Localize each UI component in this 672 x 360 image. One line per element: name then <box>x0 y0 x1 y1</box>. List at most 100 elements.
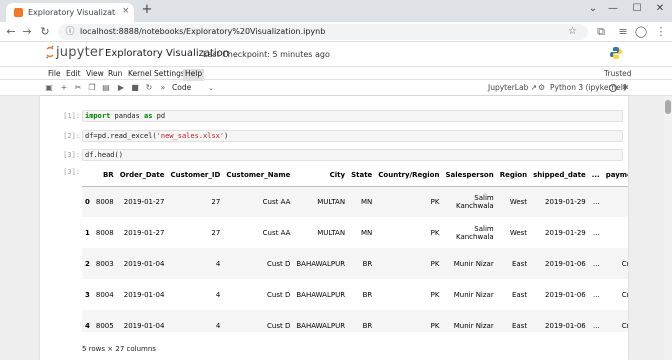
copy-icon[interactable]: ❐ <box>87 83 97 93</box>
table-cell: ... <box>593 228 600 237</box>
browser-tab[interactable]: Exploratory Visualization × <box>6 3 134 22</box>
cell-prompt: [2]: <box>63 132 80 140</box>
output-prompt: [3]: <box>63 168 80 176</box>
table-row: 4 8005 2019-01-04 4 Cust D BAHAWALPUR BR PK Muni… <box>82 310 628 332</box>
bookmark-star-icon[interactable]: ☆ <box>568 25 577 38</box>
table-cell: 4 <box>215 321 221 330</box>
restart-icon[interactable]: ↻ <box>144 83 154 93</box>
column-header: shipped_date <box>530 164 589 187</box>
table-cell: Salim Kanchwala <box>455 193 494 210</box>
table-cell: 8004 <box>95 290 114 299</box>
dataframe-output: BR Order_Date Customer_ID Customer_Name City… <box>82 164 628 332</box>
paste-icon[interactable]: ▤ <box>101 83 111 93</box>
table-cell: Check <box>603 186 628 217</box>
jupyter-logo-text[interactable]: jupyter <box>56 45 104 61</box>
extensions-icon[interactable]: ⧉ <box>594 25 608 39</box>
forward-icon[interactable]: → <box>20 25 34 39</box>
fast-forward-icon[interactable]: » <box>158 83 168 93</box>
table-cell: BAHAWALPUR <box>296 290 346 299</box>
table-cell: East <box>511 259 528 268</box>
table-cell: Check <box>603 217 628 248</box>
close-window-button[interactable]: ✕ <box>653 3 667 15</box>
trusted-indicator[interactable]: Trusted <box>604 69 632 79</box>
tab-title: Exploratory Visualization <box>28 8 116 17</box>
column-header: Country/Region <box>375 164 443 187</box>
table-cell: PK <box>430 259 440 268</box>
profile-icon[interactable]: ◯ <box>634 25 648 39</box>
row-index: 1 <box>85 228 90 237</box>
table-row: 1 8008 2019-01-27 27 Cust AA MULTAN MN PK Salim … <box>82 217 628 248</box>
media-control-icon[interactable]: ≡ <box>616 25 630 39</box>
tab-search-chevron-icon[interactable]: ⌄ <box>586 3 600 15</box>
table-cell: 2019-01-27 <box>123 197 165 206</box>
table-cell: Credit Card <box>621 321 628 330</box>
save-icon[interactable]: ▣ <box>44 83 54 93</box>
column-header: Order_Date <box>116 164 168 187</box>
cut-icon[interactable]: ✂ <box>73 83 83 93</box>
table-cell: ... <box>593 290 600 299</box>
code-text: ) <box>224 132 229 140</box>
table-cell: 8005 <box>95 321 114 330</box>
column-header: Customer_Name <box>223 164 294 187</box>
table-cell: Munir Nizar <box>453 321 494 330</box>
table-cell: Cust D <box>267 321 291 330</box>
address-bar[interactable]: ⓘ localhost:8888/notebooks/Exploratory%2… <box>58 24 588 40</box>
table-cell: PK <box>430 197 440 206</box>
table-cell: PK <box>430 228 440 237</box>
table-cell: 2019-01-27 <box>123 228 165 237</box>
maximize-button[interactable]: ☐ <box>630 3 644 15</box>
url-text[interactable]: localhost:8888/notebooks/Exploratory%20V… <box>80 27 325 37</box>
code-cell[interactable]: import pandas as pd <box>82 110 623 122</box>
column-header: BR <box>92 164 117 187</box>
table-cell: MULTAN <box>317 228 346 237</box>
table-cell: 8003 <box>95 259 114 268</box>
notebook-toolbar: ▣ + ✂ ❐ ▤ ▶ ■ ↻ » Code ⌄ JupyterLab ↗ ⚙ … <box>0 80 672 96</box>
table-cell: West <box>509 197 528 206</box>
table-cell: BR <box>362 290 373 299</box>
table-cell: 2019-01-06 <box>545 321 586 330</box>
menu-bar: File Edit View Run Kernel Settings Help … <box>0 66 672 81</box>
run-icon[interactable]: ▶ <box>116 83 126 93</box>
table-cell: East <box>511 321 528 330</box>
table-cell: ... <box>593 197 600 206</box>
table-cell: 2019-01-06 <box>545 259 586 268</box>
table-cell: Credit Card <box>621 290 628 299</box>
table-cell: BR <box>362 321 373 330</box>
table-row: 0 8008 2019-01-27 27 Cust AA MULTAN MN PK Salim … <box>82 186 628 217</box>
table-cell: 4 <box>215 259 221 268</box>
table-cell: 2019-01-06 <box>545 290 586 299</box>
code-keyword: import <box>85 112 111 120</box>
table-cell: 2019-01-04 <box>123 321 165 330</box>
tab-close-icon[interactable]: × <box>122 6 130 17</box>
jupyter-logo-icon[interactable] <box>46 45 54 59</box>
scrollbar-thumb[interactable] <box>665 100 671 114</box>
new-tab-button[interactable]: + <box>140 3 154 17</box>
back-icon[interactable]: ← <box>4 25 18 39</box>
table-cell: Cust D <box>267 290 291 299</box>
column-header: Customer_ID <box>167 164 224 187</box>
stop-icon[interactable]: ■ <box>130 83 140 93</box>
site-info-icon[interactable]: ⓘ <box>64 26 76 38</box>
code-cell[interactable]: df.head() <box>82 149 623 161</box>
code-text: pd <box>152 112 166 120</box>
debugger-icon[interactable]: ✱ <box>622 82 629 93</box>
table-cell: Munir Nizar <box>453 290 494 299</box>
code-cell[interactable]: df=pd.read_excel('new_sales.xlsx') <box>82 130 623 142</box>
table-cell: PK <box>430 321 440 330</box>
table-cell: ... <box>593 321 600 330</box>
table-cell: 4 <box>215 290 221 299</box>
minimize-button[interactable]: — <box>606 3 620 15</box>
table-cell: Cust AA <box>262 228 291 237</box>
table-cell: MULTAN <box>317 197 346 206</box>
dataframe-table: BR Order_Date Customer_ID Customer_Name City… <box>82 164 628 332</box>
add-cell-icon[interactable]: + <box>59 83 69 93</box>
cell-type-select[interactable]: Code ⌄ <box>172 82 216 94</box>
vertical-scrollbar[interactable] <box>664 96 672 360</box>
browser-toolbar: ← → ↻ ⓘ localhost:8888/notebooks/Explora… <box>0 22 672 42</box>
table-cell: Cust D <box>267 259 291 268</box>
table-cell: 8008 <box>95 228 114 237</box>
browser-menu-icon[interactable]: ⋮ <box>654 25 668 39</box>
reload-icon[interactable]: ↻ <box>38 25 52 39</box>
table-cell: PK <box>430 290 440 299</box>
jupyterlab-link[interactable]: JupyterLab ↗ <box>488 83 537 93</box>
